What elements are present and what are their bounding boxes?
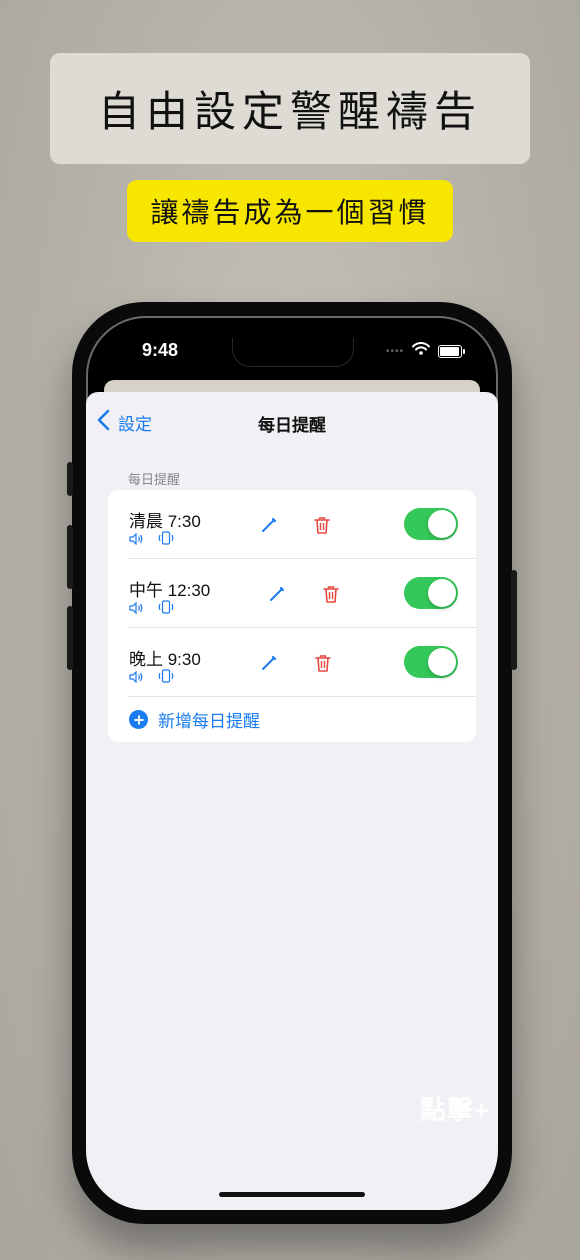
reminder-time: 中午 12:30	[129, 581, 211, 600]
sound-icon	[129, 670, 144, 688]
reminders-card: 清晨 7:30 中午 12:30 晚上 9:30 新增每日提醒	[108, 490, 476, 742]
settings-sheet: 設定 每日提醒 每日提醒 清晨 7:30 中午 12:30 晚上 9:30 新增…	[86, 392, 498, 1210]
sound-icon	[129, 601, 144, 619]
toggle-knob	[428, 648, 456, 676]
phone-side-button-power	[511, 570, 517, 670]
battery-icon	[438, 344, 465, 358]
phone-side-button-volume-down	[67, 606, 73, 670]
delete-button[interactable]	[311, 514, 333, 536]
pencil-icon	[262, 655, 277, 670]
add-reminder-label: 新增每日提醒	[158, 712, 260, 731]
pencil-icon	[262, 517, 277, 532]
plus-circle-icon	[129, 710, 148, 729]
edit-button[interactable]	[258, 514, 280, 536]
reminder-toggle[interactable]	[404, 508, 458, 540]
reminder-toggle[interactable]	[404, 646, 458, 678]
reminder-time: 晚上 9:30	[129, 650, 201, 669]
delete-button[interactable]	[320, 583, 342, 605]
promo-headline: 自由設定警醒禱告	[50, 53, 530, 164]
dynamic-island	[232, 338, 354, 367]
signal-dots: ••••	[385, 345, 404, 357]
reminder-toggle[interactable]	[404, 577, 458, 609]
delete-button[interactable]	[312, 652, 334, 674]
tap-plus-hint: 點擊+	[420, 1095, 491, 1125]
add-reminder-button[interactable]: 新增每日提醒	[129, 707, 260, 732]
page-title: 每日提醒	[258, 416, 326, 435]
edit-button[interactable]	[266, 583, 288, 605]
section-header: 每日提醒	[128, 472, 181, 487]
home-indicator	[219, 1192, 365, 1197]
reminder-time: 清晨 7:30	[129, 512, 201, 531]
trash-icon	[314, 517, 330, 534]
reminder-row: 中午 12:30	[108, 559, 476, 628]
phone-screen: 9:48 •••• 設定 每日提醒 每日提醒 清晨 7:30 中午 12:30 …	[86, 316, 498, 1210]
vibrate-icon	[156, 600, 176, 619]
status-time: 9:48	[142, 340, 179, 360]
sound-icon	[129, 532, 144, 550]
vibrate-icon	[156, 669, 176, 688]
promo-subline: 讓禱告成為一個習慣	[127, 180, 453, 242]
phone-side-button-volume-up	[67, 525, 73, 589]
toggle-knob	[428, 579, 456, 607]
phone-side-button-mute	[67, 462, 73, 496]
reminder-row: 清晨 7:30	[108, 490, 476, 559]
edit-button[interactable]	[258, 652, 280, 674]
vibrate-icon	[156, 531, 176, 550]
status-indicators: ••••	[385, 342, 465, 360]
toggle-knob	[428, 510, 456, 538]
trash-icon	[315, 655, 331, 672]
wifi-icon	[412, 342, 430, 360]
trash-icon	[323, 586, 339, 603]
row-divider	[128, 696, 476, 697]
reminder-row: 晚上 9:30	[108, 628, 476, 697]
pencil-icon	[270, 586, 285, 601]
